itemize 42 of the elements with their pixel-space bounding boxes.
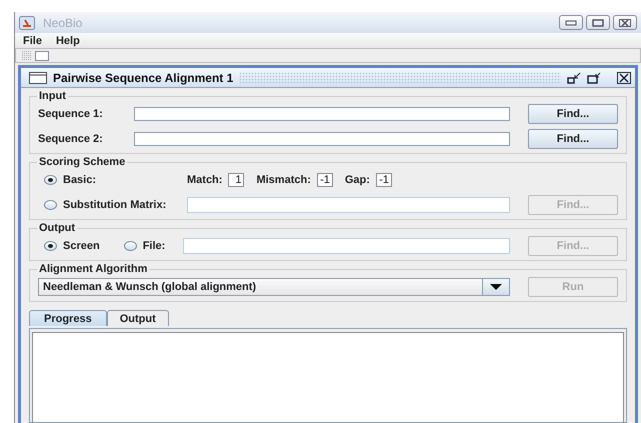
radio-label: Basic: bbox=[63, 174, 98, 186]
input-field[interactable] bbox=[183, 238, 510, 254]
restore-button[interactable] bbox=[587, 72, 601, 84]
field-label: Mismatch: bbox=[256, 174, 311, 186]
radio-label: Screen bbox=[63, 240, 100, 252]
group-title: Output bbox=[38, 222, 76, 234]
input-field[interactable] bbox=[187, 197, 510, 213]
find-button[interactable]: Find... bbox=[528, 104, 618, 124]
close-button[interactable] bbox=[613, 15, 637, 30]
radio-label: File: bbox=[142, 240, 166, 252]
field-label: Match: bbox=[187, 174, 222, 186]
group-title: Scoring Scheme bbox=[38, 156, 126, 168]
minimize-icon bbox=[565, 20, 577, 26]
tab[interactable]: Progress bbox=[29, 310, 107, 326]
dropdown-arrow-icon bbox=[490, 284, 502, 290]
grip-icon bbox=[22, 51, 32, 60]
radio-label: Substitution Matrix: bbox=[63, 199, 168, 211]
field-label: Sequence 1: bbox=[38, 108, 104, 120]
input-field[interactable] bbox=[134, 132, 510, 146]
find-button[interactable]: Find... bbox=[528, 129, 618, 149]
menu-item[interactable]: File bbox=[23, 34, 42, 46]
group-title: Alignment Algorithm bbox=[38, 263, 148, 275]
close-button[interactable] bbox=[617, 72, 631, 84]
maximize-icon bbox=[592, 18, 604, 26]
window-icon bbox=[29, 72, 47, 84]
minimize-button[interactable] bbox=[567, 72, 581, 84]
close-icon bbox=[617, 72, 631, 84]
window-title: NeoBio bbox=[43, 16, 82, 30]
close-icon bbox=[619, 18, 631, 26]
group-title: Input bbox=[38, 90, 67, 102]
maximize-button[interactable] bbox=[586, 15, 610, 30]
minimize-button[interactable] bbox=[559, 15, 583, 30]
input-field[interactable] bbox=[134, 107, 510, 121]
restore-icon bbox=[587, 72, 601, 84]
field-label: Sequence 2: bbox=[38, 133, 104, 145]
frame-title: Pairwise Sequence Alignment 1 bbox=[53, 70, 234, 84]
app-icon bbox=[19, 16, 35, 30]
tab[interactable]: Output bbox=[106, 310, 169, 326]
field-label: Gap: bbox=[344, 174, 370, 186]
minimize-icon bbox=[567, 72, 581, 84]
window-icon bbox=[35, 50, 49, 60]
menu-item[interactable]: Help bbox=[56, 34, 80, 46]
